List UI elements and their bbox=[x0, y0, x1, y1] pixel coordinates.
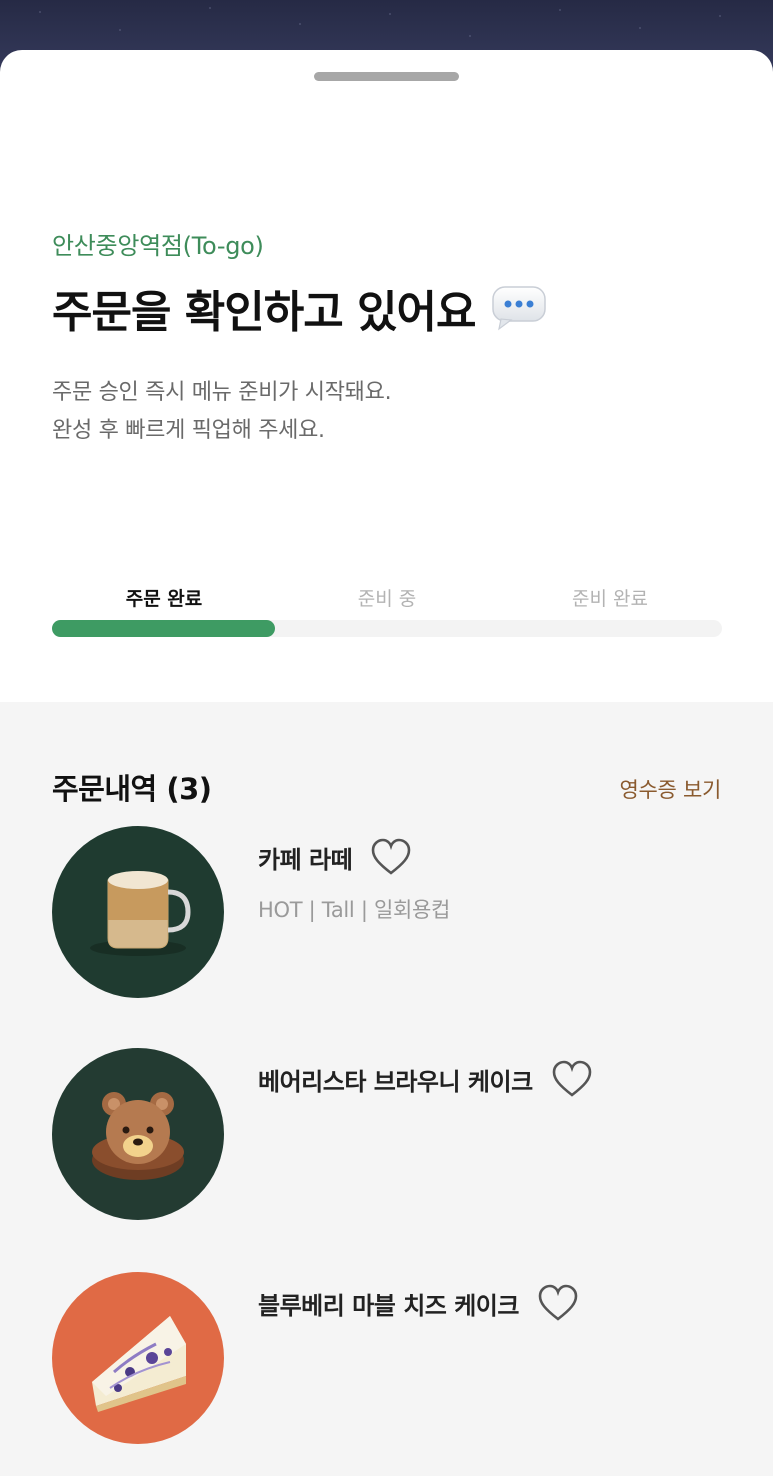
speech-bubble-icon bbox=[491, 285, 547, 331]
item-image-brownie-cake bbox=[52, 1048, 224, 1220]
item-name: 블루베리 마블 치즈 케이크 bbox=[258, 1291, 519, 1320]
status-description: 주문 승인 즉시 메뉴 준비가 시작돼요. 완성 후 빠르게 픽업해 주세요. bbox=[52, 374, 672, 450]
view-receipt-link[interactable]: 영수증 보기 bbox=[620, 774, 722, 804]
progress-steps: 주문 완료 준비 중 준비 완료 bbox=[52, 584, 722, 614]
description-line-1: 주문 승인 즉시 메뉴 준비가 시작돼요. bbox=[52, 380, 392, 405]
item-image-cafe-latte bbox=[52, 826, 224, 998]
step-preparing: 준비 중 bbox=[357, 588, 417, 610]
item-options: HOT | Tall | 일회용컵 bbox=[258, 898, 451, 922]
item-name: 베어리스타 브라우니 케이크 bbox=[258, 1067, 533, 1096]
heart-outline-icon[interactable] bbox=[551, 1060, 593, 1098]
item-name-row: 블루베리 마블 치즈 케이크 bbox=[258, 1284, 579, 1322]
step-ready: 준비 완료 bbox=[572, 588, 648, 610]
order-history-title: 주문내역 (3) bbox=[52, 772, 212, 806]
item-name-row: 카페 라떼 bbox=[258, 838, 412, 876]
headline-text: 주문을 확인하고 있어요 bbox=[52, 287, 476, 338]
description-line-2: 완성 후 빠르게 픽업해 주세요. bbox=[52, 418, 325, 443]
order-item: 베어리스타 브라우니 케이크 bbox=[52, 1048, 722, 1220]
heart-outline-icon[interactable] bbox=[537, 1284, 579, 1322]
order-item: 카페 라떼 HOT | Tall | 일회용컵 bbox=[52, 826, 722, 998]
page-title: 주문을 확인하고 있어요 bbox=[52, 276, 547, 340]
order-history-section: 주문내역 (3) 영수증 보기 카페 라떼 HOT | Tall | 일회용컵 … bbox=[0, 702, 773, 1476]
item-name: 카페 라떼 bbox=[258, 845, 353, 874]
heart-outline-icon[interactable] bbox=[370, 838, 412, 876]
store-name: 안산중앙역점(To-go) bbox=[52, 232, 264, 260]
step-order-complete: 주문 완료 bbox=[125, 588, 203, 610]
order-item: 블루베리 마블 치즈 케이크 bbox=[52, 1272, 722, 1444]
progress-bar bbox=[52, 620, 722, 637]
item-image-blueberry-cheesecake bbox=[52, 1272, 224, 1444]
sheet-grabber-handle[interactable] bbox=[314, 72, 459, 81]
order-status-sheet: 안산중앙역점(To-go) 주문을 확인하고 있어요 주문 승인 즉시 메뉴 준… bbox=[0, 50, 773, 1476]
item-name-row: 베어리스타 브라우니 케이크 bbox=[258, 1060, 593, 1098]
progress-bar-fill bbox=[52, 620, 276, 637]
